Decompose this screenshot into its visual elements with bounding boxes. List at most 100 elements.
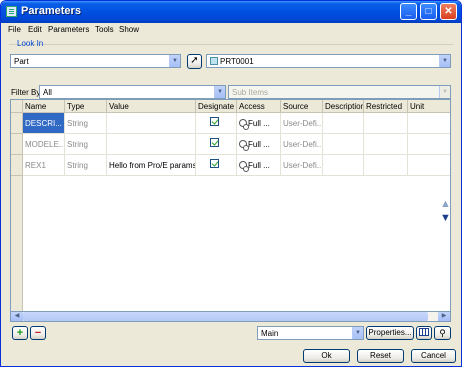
- table-columns-icon: [419, 328, 429, 336]
- table-cell-access[interactable]: Full ...: [237, 134, 281, 155]
- filter-by-dropdown[interactable]: All ▼: [39, 85, 226, 99]
- chevron-down-icon: ▼: [214, 86, 225, 98]
- table-cell-name[interactable]: REX1: [23, 155, 65, 176]
- table-cell-type[interactable]: String: [65, 155, 107, 176]
- menu-file[interactable]: File: [8, 25, 21, 34]
- menu-edit[interactable]: Edit: [28, 25, 42, 34]
- add-parameter-button[interactable]: +: [12, 326, 28, 340]
- table-horizontal-scrollbar[interactable]: ◀ ▶: [10, 311, 451, 322]
- filter-by-label: Filter By: [11, 88, 41, 97]
- column-header-description[interactable]: Description: [323, 100, 364, 113]
- table-cell-unit[interactable]: [408, 113, 450, 134]
- column-header-name[interactable]: Name: [23, 100, 65, 113]
- access-value: Full: [248, 161, 261, 170]
- chevron-down-icon: ▼: [439, 86, 450, 98]
- table-cell-description[interactable]: [323, 113, 364, 134]
- find-button[interactable]: ⚲: [434, 326, 451, 340]
- menu-tools[interactable]: Tools: [95, 25, 114, 34]
- binoculars-icon: ⚲: [439, 328, 446, 338]
- table-cell-value[interactable]: [107, 134, 196, 155]
- scroll-left-icon[interactable]: ◀: [11, 312, 23, 321]
- table-cell-type[interactable]: String: [65, 134, 107, 155]
- remove-parameter-button[interactable]: −: [30, 326, 46, 340]
- table-columns-button[interactable]: [416, 326, 432, 340]
- access-more-button[interactable]: ...: [263, 161, 270, 170]
- cursor-arrow-icon: ➚: [190, 55, 199, 66]
- column-header-source[interactable]: Source: [281, 100, 323, 113]
- column-header-type[interactable]: Type: [65, 100, 107, 113]
- designate-checkbox[interactable]: [210, 138, 219, 147]
- move-up-icon[interactable]: ▲: [440, 198, 451, 210]
- scroll-right-icon[interactable]: ▶: [438, 312, 450, 321]
- look-in-scope-value: Part: [14, 57, 29, 66]
- column-header-unit[interactable]: Unit: [408, 100, 450, 113]
- table-cell-description[interactable]: [323, 134, 364, 155]
- properties-button[interactable]: Properties...: [366, 326, 414, 340]
- table-cell-designate: [196, 155, 237, 176]
- row-header[interactable]: [11, 134, 23, 155]
- minimize-icon: _: [405, 6, 412, 17]
- table-cell-unit[interactable]: [408, 134, 450, 155]
- parameters-window: Parameters _ □ ✕ File Edit Parameters To…: [0, 0, 462, 367]
- access-value: Full: [248, 140, 261, 149]
- table-cell-description[interactable]: [323, 155, 364, 176]
- title-bar[interactable]: Parameters _ □ ✕: [1, 1, 461, 23]
- table-cell-unit[interactable]: [408, 155, 450, 176]
- ok-button[interactable]: Ok: [303, 349, 350, 363]
- column-header-restricted[interactable]: Restricted: [364, 100, 408, 113]
- scrollbar-thumb[interactable]: [23, 312, 428, 321]
- table-cell-name[interactable]: DESCRI...: [23, 113, 65, 134]
- look-in-object-dropdown[interactable]: PRT0001 ▼: [206, 54, 451, 68]
- sub-items-dropdown: Sub Items ▼: [228, 85, 451, 99]
- maximize-icon: □: [425, 6, 432, 17]
- sub-items-label: Sub Items: [232, 88, 269, 97]
- access-lock-icon: [239, 119, 249, 130]
- row-header-filler: [11, 176, 23, 320]
- window-title: Parameters: [21, 5, 81, 17]
- look-in-group-line: [9, 44, 453, 45]
- look-in-scope-dropdown[interactable]: Part ▼: [10, 54, 181, 68]
- menu-parameters[interactable]: Parameters: [48, 25, 89, 34]
- menu-bar: File Edit Parameters Tools Show: [2, 23, 460, 37]
- table-cell-value[interactable]: [107, 113, 196, 134]
- table-cell-designate: [196, 113, 237, 134]
- table-cell-restricted[interactable]: [364, 155, 408, 176]
- designate-checkbox[interactable]: [210, 159, 219, 168]
- column-header-designate[interactable]: Designate: [196, 100, 237, 113]
- view-dropdown[interactable]: Main ▼: [257, 326, 364, 340]
- table-cell-access[interactable]: Full ...: [237, 155, 281, 176]
- reset-button[interactable]: Reset: [357, 349, 404, 363]
- row-header[interactable]: [11, 155, 23, 176]
- column-header-access[interactable]: Access: [237, 100, 281, 113]
- table-cell-designate: [196, 134, 237, 155]
- access-lock-icon: [239, 140, 249, 151]
- access-value: Full: [248, 119, 261, 128]
- access-more-button[interactable]: ...: [263, 140, 270, 149]
- row-header[interactable]: [11, 113, 23, 134]
- designate-checkbox[interactable]: [210, 117, 219, 126]
- minimize-button[interactable]: _: [400, 3, 417, 20]
- menu-show[interactable]: Show: [119, 25, 139, 34]
- table-cell-restricted[interactable]: [364, 113, 408, 134]
- look-in-label: Look In: [17, 39, 44, 48]
- table-cell-name[interactable]: MODELE...: [23, 134, 65, 155]
- select-object-button[interactable]: ➚: [187, 54, 202, 69]
- table-cell-source[interactable]: User-Defi...: [281, 134, 323, 155]
- close-button[interactable]: ✕: [440, 3, 457, 20]
- filter-by-value: All: [43, 88, 52, 97]
- access-more-button[interactable]: ...: [263, 119, 270, 128]
- cancel-button[interactable]: Cancel: [411, 349, 456, 363]
- maximize-button[interactable]: □: [420, 3, 437, 20]
- move-down-icon[interactable]: ▼: [440, 212, 451, 224]
- table-cell-access[interactable]: Full ...: [237, 113, 281, 134]
- minus-icon: −: [34, 327, 42, 339]
- part-icon: [210, 57, 218, 65]
- table-cell-restricted[interactable]: [364, 134, 408, 155]
- parameters-table: Name Type Value Designate Access Source …: [10, 99, 451, 321]
- table-cell-value[interactable]: Hello from Pro/E params: [107, 155, 196, 176]
- table-cell-type[interactable]: String: [65, 113, 107, 134]
- table-cell-source[interactable]: User-Defi...: [281, 113, 323, 134]
- chevron-down-icon: ▼: [439, 55, 450, 67]
- column-header-value[interactable]: Value: [107, 100, 196, 113]
- table-cell-source[interactable]: User-Defi...: [281, 155, 323, 176]
